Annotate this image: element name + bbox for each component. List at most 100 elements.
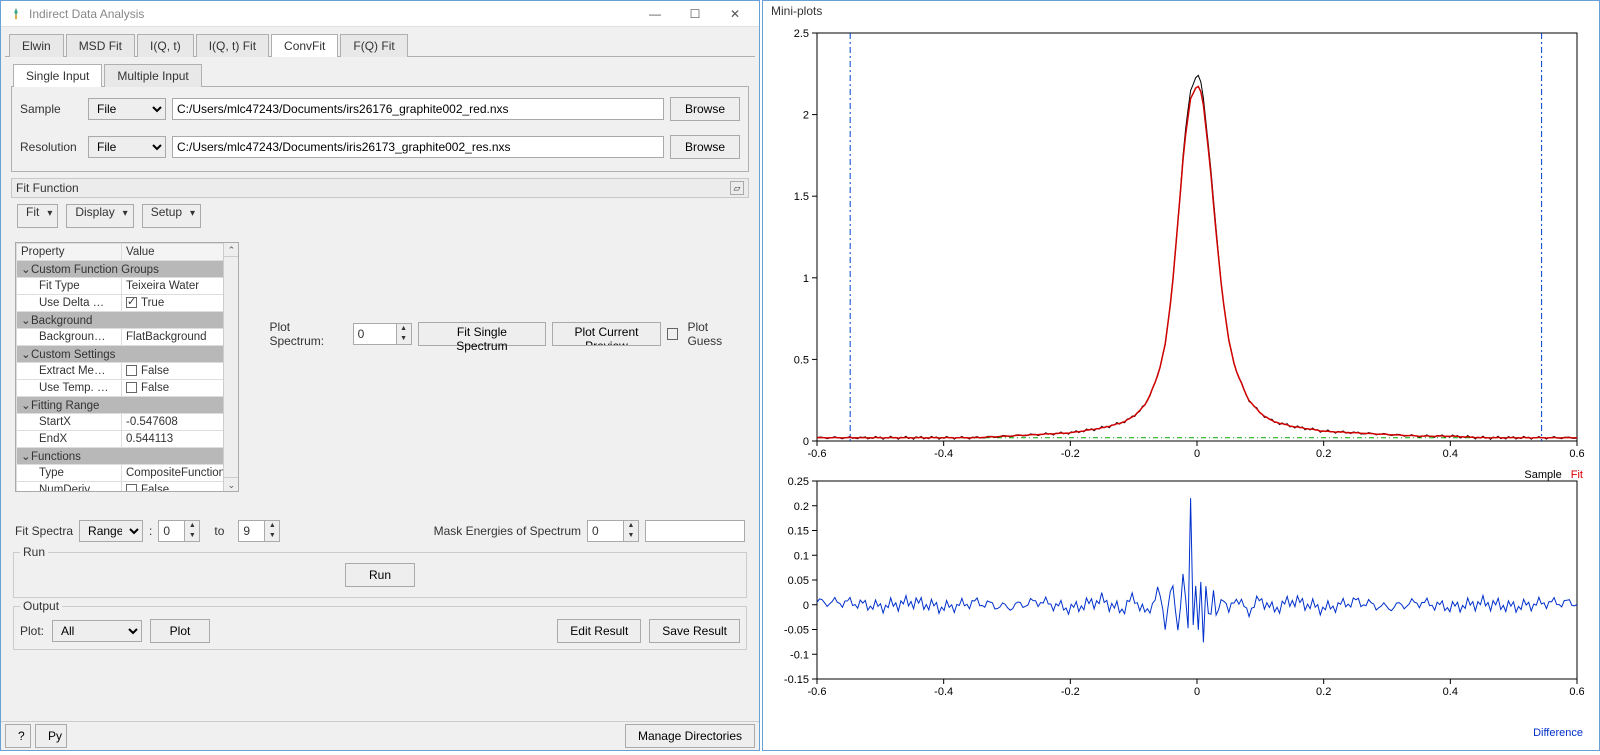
group-custom-settings[interactable]: ⌄Custom Settings bbox=[17, 346, 238, 363]
analysis-tabstrip: Elwin MSD Fit I(Q, t) I(Q, t) Fit ConvFi… bbox=[5, 29, 755, 57]
prop-startx-label: StartX bbox=[17, 414, 122, 431]
window-title: Indirect Data Analysis bbox=[29, 7, 635, 21]
resolution-browse-button[interactable]: Browse bbox=[670, 135, 740, 159]
svg-text:-0.2: -0.2 bbox=[1061, 448, 1080, 460]
svg-text:0.6: 0.6 bbox=[1569, 448, 1584, 460]
indirect-data-analysis-window: Indirect Data Analysis — ☐ ✕ Elwin MSD F… bbox=[0, 0, 760, 751]
svg-text:0.4: 0.4 bbox=[1443, 448, 1458, 460]
svg-text:0.6: 0.6 bbox=[1569, 686, 1584, 698]
prop-use-temp-label: Use Temp. … bbox=[17, 380, 122, 397]
display-dropdown-button[interactable]: Display bbox=[66, 204, 133, 228]
prop-background-label: Backgroun… bbox=[17, 329, 122, 346]
resolution-path-input[interactable] bbox=[172, 136, 664, 158]
prop-use-temp-value[interactable]: False bbox=[122, 380, 238, 397]
checkbox-icon[interactable] bbox=[126, 297, 137, 308]
convfit-tab-content: Single Input Multiple Input Sample File … bbox=[5, 57, 755, 721]
resolution-label: Resolution bbox=[20, 140, 82, 154]
svg-text:2: 2 bbox=[803, 110, 809, 122]
checkbox-icon[interactable] bbox=[126, 365, 137, 376]
tab-elwin[interactable]: Elwin bbox=[9, 34, 64, 57]
tab-iqt-fit[interactable]: I(Q, t) Fit bbox=[196, 34, 269, 57]
checkbox-icon[interactable] bbox=[126, 382, 137, 393]
prop-numderiv-value[interactable]: False bbox=[122, 482, 238, 493]
plot-current-preview-button[interactable]: Plot Current Preview bbox=[552, 322, 660, 346]
prop-fit-type-label: Fit Type bbox=[17, 278, 122, 295]
py-button[interactable]: Py bbox=[35, 724, 67, 748]
svg-text:-0.15: -0.15 bbox=[784, 674, 809, 686]
resolution-mode-select[interactable]: File bbox=[88, 136, 166, 158]
svg-text:-0.05: -0.05 bbox=[784, 625, 809, 637]
mini-plots-title: Mini-plots bbox=[763, 1, 1599, 21]
tab-fq-fit[interactable]: F(Q) Fit bbox=[340, 34, 407, 57]
close-button[interactable]: ✕ bbox=[715, 2, 755, 26]
svg-text:0: 0 bbox=[1194, 686, 1200, 698]
svg-text:-0.6: -0.6 bbox=[808, 448, 827, 460]
tab-single-input[interactable]: Single Input bbox=[13, 64, 102, 87]
spin-up-icon[interactable]: ▲ bbox=[397, 324, 411, 334]
edit-result-button[interactable]: Edit Result bbox=[557, 619, 641, 643]
checkbox-icon[interactable] bbox=[126, 484, 137, 492]
prop-background-value[interactable]: FlatBackground bbox=[122, 329, 238, 346]
prop-extract-me-value[interactable]: False bbox=[122, 363, 238, 380]
sample-mode-select[interactable]: File bbox=[88, 98, 166, 120]
fit-spectra-from-spinner[interactable]: 0▲▼ bbox=[158, 520, 200, 542]
plot-guess-label: Plot Guess bbox=[687, 320, 745, 348]
popout-icon[interactable]: ▱ bbox=[730, 181, 744, 195]
svg-text:0.2: 0.2 bbox=[794, 501, 809, 513]
svg-text:0: 0 bbox=[803, 600, 809, 612]
svg-text:0.5: 0.5 bbox=[794, 354, 809, 366]
tab-msd-fit[interactable]: MSD Fit bbox=[66, 34, 135, 57]
bottom-bar: ? Py Manage Directories bbox=[1, 721, 759, 750]
prop-fit-type-value[interactable]: Teixeira Water bbox=[122, 278, 238, 295]
plot-guess-checkbox[interactable] bbox=[667, 328, 679, 340]
group-custom-function[interactable]: ⌄Custom Function Groups bbox=[17, 261, 238, 278]
mini-plots-panel: Mini-plots -0.6-0.4-0.200.20.40.600.511.… bbox=[762, 0, 1600, 751]
property-table[interactable]: Property Value ⌄Custom Function Groups F… bbox=[15, 242, 239, 492]
svg-text:0.4: 0.4 bbox=[1443, 686, 1458, 698]
scroll-up-icon[interactable]: ⌃ bbox=[224, 243, 238, 257]
scrollbar[interactable]: ⌃ ⌄ bbox=[223, 243, 238, 491]
fit-spectra-to-label: to bbox=[214, 524, 224, 538]
sample-path-input[interactable] bbox=[172, 98, 664, 120]
fit-spectra-mode-select[interactable]: Range bbox=[79, 520, 143, 542]
svg-text:0.25: 0.25 bbox=[788, 476, 809, 488]
minimize-button[interactable]: — bbox=[635, 2, 675, 26]
prop-endx-value[interactable]: 0.544113 bbox=[122, 431, 238, 448]
group-background[interactable]: ⌄Background bbox=[17, 312, 238, 329]
group-functions[interactable]: ⌄Functions bbox=[17, 448, 238, 465]
spin-down-icon[interactable]: ▼ bbox=[397, 334, 411, 344]
scroll-down-icon[interactable]: ⌄ bbox=[224, 477, 238, 491]
plot-button[interactable]: Plot bbox=[150, 619, 210, 643]
mask-spectrum-spinner[interactable]: 0▲▼ bbox=[587, 520, 639, 542]
run-title: Run bbox=[20, 545, 48, 559]
mask-energies-input[interactable] bbox=[645, 520, 745, 542]
help-button[interactable]: ? bbox=[5, 724, 31, 748]
run-button[interactable]: Run bbox=[345, 563, 415, 587]
fit-single-spectrum-button[interactable]: Fit Single Spectrum bbox=[418, 322, 547, 346]
difference-plot: -0.6-0.4-0.200.20.40.6-0.15-0.1-0.0500.0… bbox=[767, 473, 1589, 723]
tab-iqt[interactable]: I(Q, t) bbox=[137, 34, 194, 57]
prop-startx-value[interactable]: -0.547608 bbox=[122, 414, 238, 431]
manage-directories-button[interactable]: Manage Directories bbox=[625, 724, 755, 748]
input-subtabstrip: Single Input Multiple Input bbox=[11, 63, 749, 87]
fit-dropdown-button[interactable]: Fit bbox=[17, 204, 58, 228]
sample-browse-button[interactable]: Browse bbox=[670, 97, 740, 121]
setup-dropdown-button[interactable]: Setup bbox=[142, 204, 201, 228]
prop-extract-me-label: Extract Me… bbox=[17, 363, 122, 380]
svg-text:0: 0 bbox=[803, 436, 809, 448]
svg-text:-0.4: -0.4 bbox=[934, 686, 953, 698]
fit-spectra-to-spinner[interactable]: 9▲▼ bbox=[238, 520, 280, 542]
group-fitting-range[interactable]: ⌄Fitting Range bbox=[17, 397, 238, 414]
fit-function-header: Fit Function ▱ bbox=[11, 178, 749, 198]
plot-mode-select[interactable]: All bbox=[52, 620, 142, 642]
tab-multiple-input[interactable]: Multiple Input bbox=[104, 64, 201, 87]
mask-energies-label: Mask Energies of Spectrum bbox=[434, 524, 581, 538]
tab-convfit[interactable]: ConvFit bbox=[271, 34, 338, 57]
save-result-button[interactable]: Save Result bbox=[649, 619, 740, 643]
maximize-button[interactable]: ☐ bbox=[675, 2, 715, 26]
svg-text:0: 0 bbox=[1194, 448, 1200, 460]
prop-use-delta-value[interactable]: True bbox=[122, 295, 238, 312]
plot-spectrum-spinner[interactable]: 0 ▲▼ bbox=[353, 323, 412, 345]
svg-text:-0.2: -0.2 bbox=[1061, 686, 1080, 698]
prop-type-value[interactable]: CompositeFunction bbox=[122, 465, 238, 482]
